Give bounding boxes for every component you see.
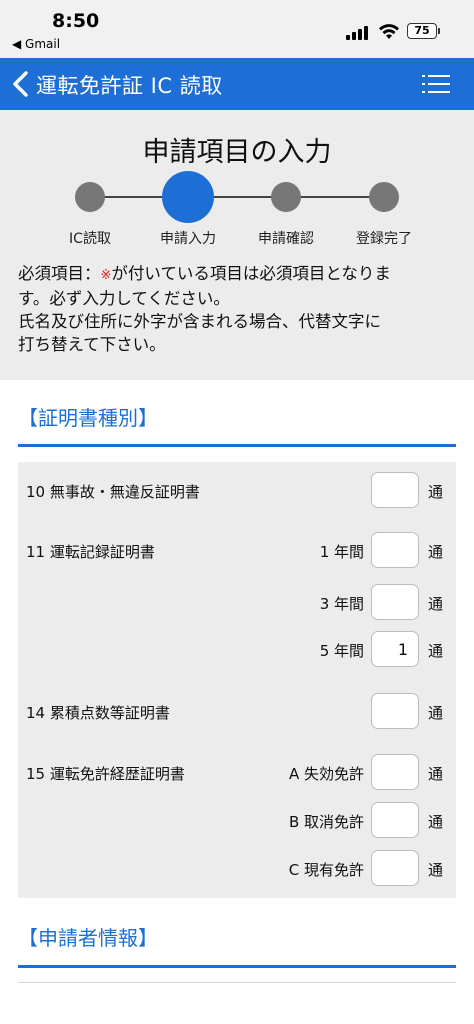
step-label-ic-read: IC読取 — [69, 231, 111, 247]
notice-line-4: 打ち替えて下さい。 — [18, 335, 166, 354]
back-to-app-link[interactable]: ◀ Gmail — [12, 37, 60, 51]
step-dot-input — [162, 171, 214, 223]
required-mark: ※ — [100, 268, 112, 283]
notice-line-1: 必須項目：※が付いている項目は必須項目となりま — [18, 262, 458, 287]
list-menu-icon[interactable] — [420, 72, 452, 96]
step-dot-complete — [369, 182, 399, 212]
qty-input-history-current[interactable] — [371, 850, 419, 886]
section-title-certificate: 【証明書種別】 — [18, 406, 158, 430]
step-label-confirm: 申請確認 — [258, 231, 314, 247]
battery-level: 75 — [414, 24, 430, 37]
qty-input-no-accident[interactable] — [371, 472, 419, 508]
sub-label-expired: A 失効免許 — [288, 765, 364, 783]
sub-label-3-year: 3 年間 — [319, 595, 364, 613]
notice-prefix: 必須項目： — [18, 264, 101, 283]
required-notice: 必須項目：※が付いている項目は必須項目となりま す。必ず入力してください。 氏名… — [18, 262, 458, 356]
row-label-license-history: 15 運転免許経歴証明書 — [26, 765, 185, 783]
qty-input-history-expired[interactable] — [371, 754, 419, 790]
stepper-line — [90, 196, 384, 198]
page-title: 申請項目の入力 — [142, 137, 332, 168]
battery-icon: 75 — [407, 23, 437, 39]
cellular-signal-icon — [346, 24, 372, 40]
status-bar: 8:50 ◀ Gmail 75 — [0, 0, 474, 58]
qty-input-record-1-year[interactable] — [371, 532, 419, 568]
qty-input-record-3-year[interactable] — [371, 584, 419, 620]
unit-label: 通 — [428, 861, 444, 879]
status-time: 8:50 — [52, 10, 100, 32]
sub-label-revoked: B 取消免許 — [288, 813, 364, 831]
step-label-complete: 登録完了 — [356, 231, 412, 247]
nav-bar: 運転免許証 IC 読取 — [0, 58, 474, 110]
battery-tip — [438, 28, 440, 34]
unit-label: 通 — [428, 765, 444, 783]
wifi-icon — [379, 24, 399, 39]
notice-line-3: 氏名及び住所に外字が含まれる場合、代替文字に — [18, 312, 381, 331]
notice-line-1-rest: が付いている項目は必須項目となりま — [111, 264, 391, 283]
qty-input-points[interactable] — [371, 693, 419, 729]
row-label-no-accident: 10 無事故・無違反証明書 — [26, 483, 200, 501]
section-title-applicant: 【申請者情報】 — [18, 926, 158, 950]
nav-title: 運転免許証 IC 読取 — [36, 74, 223, 98]
sub-label-1-year: 1 年間 — [319, 543, 364, 561]
unit-label: 通 — [428, 704, 444, 722]
unit-label: 通 — [428, 483, 444, 501]
sub-label-current: C 現有免許 — [288, 861, 364, 879]
progress-stepper: IC読取 申請入力 申請確認 登録完了 — [0, 170, 474, 250]
section-rule-certificate — [18, 444, 456, 447]
notice-line-2: す。必ず入力してください。 — [18, 289, 230, 308]
unit-label: 通 — [428, 543, 444, 561]
step-label-input: 申請入力 — [160, 231, 216, 247]
row-label-driving-record: 11 運転記録証明書 — [26, 543, 155, 561]
unit-label: 通 — [428, 642, 444, 660]
step-dot-ic-read — [75, 182, 105, 212]
certificate-form-panel: 10 無事故・無違反証明書 通 11 運転記録証明書 1 年間 通 3 年間 通… — [18, 462, 456, 898]
content-divider — [18, 982, 456, 983]
qty-input-record-5-year[interactable] — [371, 631, 419, 667]
step-dot-confirm — [271, 182, 301, 212]
unit-label: 通 — [428, 813, 444, 831]
intro-panel: 申請項目の入力 IC読取 申請入力 申請確認 登録完了 必須項目：※が付いている… — [0, 110, 474, 380]
sub-label-5-year: 5 年間 — [319, 642, 364, 660]
qty-input-history-revoked[interactable] — [371, 802, 419, 838]
unit-label: 通 — [428, 595, 444, 613]
chevron-left-icon[interactable] — [10, 70, 32, 98]
section-rule-applicant — [18, 965, 456, 968]
row-label-points: 14 累積点数等証明書 — [26, 704, 170, 722]
